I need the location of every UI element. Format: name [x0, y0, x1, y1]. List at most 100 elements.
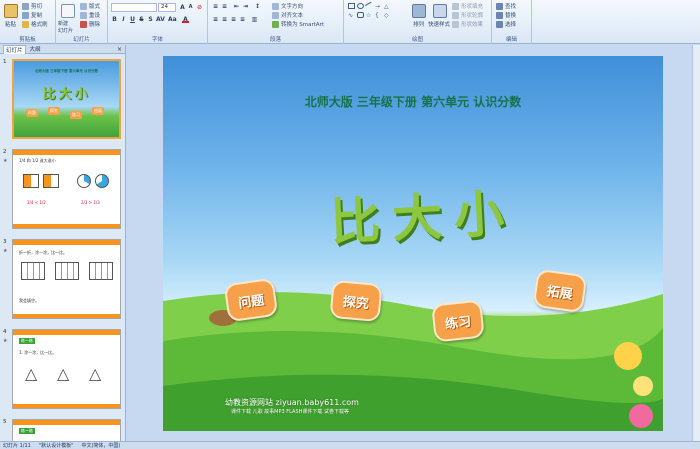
drawing-group: → △ ∿ ☆ { ◇ 排列 快速样式 形状填充 形状轮廓 形状效果 绘图	[344, 0, 492, 44]
arrow-shape-icon[interactable]: →	[375, 3, 382, 10]
thumbnail-number: 1	[3, 59, 7, 65]
slide-subtitle[interactable]: 北师大版 三年级下册 第六单元 认识分数	[163, 93, 663, 110]
triangle-shape-2: △	[57, 364, 70, 383]
curve-shape-icon[interactable]: ∿	[348, 12, 355, 19]
explore-button[interactable]: 探究	[329, 279, 383, 323]
layout-button[interactable]: 版式	[80, 2, 100, 10]
reset-button[interactable]: 重设	[80, 11, 100, 19]
line-shape-icon[interactable]	[364, 1, 375, 11]
smartart-icon	[272, 20, 279, 28]
paste-icon[interactable]	[4, 4, 18, 18]
vertical-scrollbar[interactable]	[692, 45, 700, 441]
shape-outline-button[interactable]: 形状轮廓	[452, 11, 483, 19]
shadow-icon[interactable]: S	[147, 16, 154, 23]
new-slide-icon[interactable]	[61, 4, 75, 18]
thumbnail-button: 拓展	[92, 107, 104, 115]
status-bar: 幻灯片 1/11 "默认设计模板" 中文(简体，中国)	[0, 441, 700, 449]
clear-format-icon[interactable]: ⊘	[196, 4, 203, 11]
rounded-rect-shape-icon[interactable]	[357, 12, 364, 18]
grid-rect-3	[89, 262, 113, 280]
clipboard-label: 剪贴板	[19, 37, 36, 43]
oval-shape-icon[interactable]	[357, 3, 364, 9]
brace-shape-icon[interactable]: {	[375, 12, 382, 19]
shrink-font-icon[interactable]: A	[187, 4, 194, 11]
find-button[interactable]: 查找	[496, 2, 516, 10]
thumbnail-bottom-bar	[13, 404, 120, 408]
align-right-icon[interactable]: ≡	[230, 16, 237, 23]
select-button[interactable]: 选择	[496, 20, 516, 28]
thumbnail-slide-2[interactable]: 1/4 和 1/2 谁大谁小 1/4 < 1/2 2/3 > 1/3	[12, 149, 121, 229]
text-direction-button[interactable]: 文字方向	[272, 2, 303, 10]
decrease-indent-icon[interactable]: ⇤	[233, 3, 240, 10]
spacing-icon[interactable]: AV	[156, 16, 165, 23]
shape-effects-button[interactable]: 形状效果	[452, 20, 483, 28]
cut-button[interactable]: 剪切	[22, 2, 42, 10]
format-painter-button[interactable]: 格式刷	[22, 20, 48, 28]
numbering-icon[interactable]: ≡	[221, 3, 228, 10]
bullets-icon[interactable]: ≡	[212, 3, 219, 10]
line-spacing-icon[interactable]: ↕	[254, 3, 261, 10]
underline-icon[interactable]: U	[129, 16, 136, 23]
thumbnail-text: 我会填空。	[19, 298, 39, 303]
slide-main-title[interactable]: 比大小	[291, 171, 554, 257]
triangle-shape-3: △	[89, 364, 102, 383]
select-label: 选择	[505, 22, 517, 28]
justify-icon[interactable]: ≡	[239, 16, 246, 23]
star-shape-icon[interactable]: ☆	[366, 12, 373, 19]
new-slide-button[interactable]: 新建 幻灯片	[58, 20, 73, 34]
thumbnail-button: 问题	[26, 109, 38, 117]
columns-icon[interactable]: ▥	[251, 16, 258, 23]
problem-button[interactable]: 问题	[223, 277, 279, 323]
animation-star-icon: ★	[3, 158, 8, 164]
paste-button[interactable]: 粘贴	[5, 20, 16, 28]
copy-button[interactable]: 复制	[22, 11, 42, 19]
grow-font-icon[interactable]: A	[179, 4, 186, 11]
grid-rect-1	[21, 262, 45, 280]
align-text-button[interactable]: 对齐文本	[272, 11, 303, 19]
align-left-icon[interactable]: ≡	[212, 16, 219, 23]
font-size-combo[interactable]: 24	[158, 3, 176, 12]
align-center-icon[interactable]: ≡	[221, 16, 228, 23]
thumbnail-number: 2	[3, 149, 7, 155]
thumbnail-slide-1[interactable]: 北师大版 三年级下册 第六单元 认识分数 比大小 问题 探究 练习 拓展	[12, 59, 121, 139]
smartart-button[interactable]: 转换为 SmartArt	[272, 20, 324, 28]
font-name-combo[interactable]	[111, 3, 157, 12]
quick-styles-button[interactable]: 快速样式	[428, 20, 450, 28]
triangle-shape-icon[interactable]: △	[384, 3, 391, 10]
delete-button[interactable]: 删除	[80, 20, 100, 28]
callout-shape-icon[interactable]: ◇	[384, 12, 391, 19]
strikethrough-icon[interactable]: S	[138, 16, 145, 23]
shape-fill-button[interactable]: 形状填充	[452, 2, 483, 10]
shape-effects-label: 形状效果	[461, 22, 484, 28]
layout-label: 版式	[89, 4, 101, 10]
site-links: 课件下载 儿歌 故事MP3 FLASH课件下载 试卷下载等	[231, 409, 350, 415]
drawing-label: 绘图	[411, 37, 423, 43]
close-icon[interactable]: ×	[117, 46, 122, 53]
arrange-button[interactable]: 排列	[413, 20, 424, 28]
rectangle-shape-icon[interactable]	[348, 3, 355, 9]
triangle-shape-1: △	[25, 364, 38, 383]
arrange-icon[interactable]	[412, 4, 426, 18]
thumbnail-slide-3[interactable]: 折一折，涂一涂，比一比。 我会填空。	[12, 239, 121, 319]
thumbnail-slide-4[interactable]: 练一练 1. 涂一涂，比一比。 △ △ △	[12, 329, 121, 409]
font-color-icon[interactable]: A	[182, 16, 189, 23]
animation-star-icon: ★	[3, 248, 8, 254]
language-indicator: 中文(简体，中国)	[81, 443, 121, 449]
reset-icon	[80, 11, 87, 19]
current-slide[interactable]: 北师大版 三年级下册 第六单元 认识分数 比大小 问题 探究 练习 拓展 幼教资…	[163, 56, 663, 431]
tab-outline[interactable]: 大纲	[30, 45, 41, 53]
bold-icon[interactable]: B	[111, 16, 118, 23]
thumbnail-big-title: 比大小	[42, 87, 91, 102]
quick-styles-icon[interactable]	[433, 4, 447, 18]
thumbnail-slide-5[interactable]: 练一练	[12, 419, 121, 441]
comparison-2: 2/3 > 1/3	[81, 200, 100, 205]
slide-counter: 幻灯片 1/11	[3, 443, 31, 449]
extension-button[interactable]: 拓展	[532, 268, 588, 314]
smartart-label: 转换为 SmartArt	[281, 22, 325, 28]
italic-icon[interactable]: I	[120, 16, 127, 23]
increase-indent-icon[interactable]: ⇥	[242, 3, 249, 10]
tab-slides[interactable]: 幻灯片	[3, 45, 26, 54]
practice-button[interactable]: 练习	[431, 299, 485, 343]
replace-button[interactable]: 替换	[496, 11, 516, 19]
change-case-icon[interactable]: Aa	[168, 16, 177, 23]
